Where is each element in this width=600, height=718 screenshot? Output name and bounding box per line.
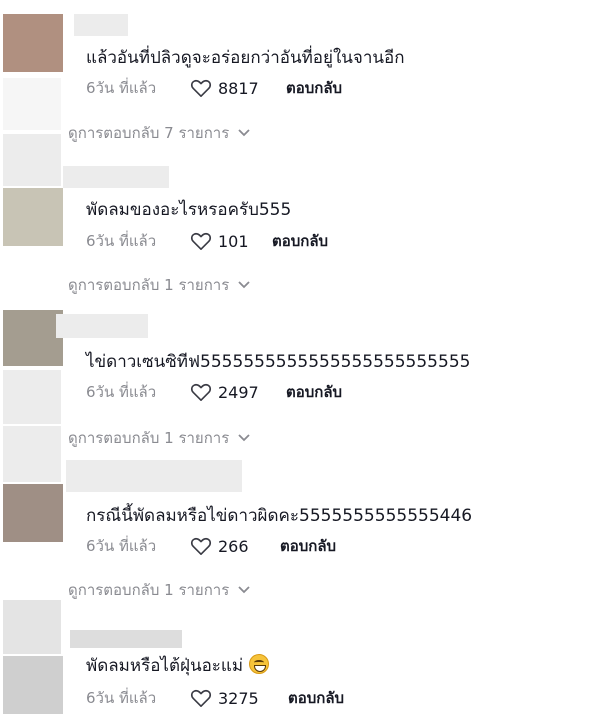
placeholder-block [3,134,61,186]
view-replies-button[interactable]: ดูการตอบกลับ 1 รายการ [68,578,251,602]
view-replies-label: ดูการตอบกลับ 1 รายการ [68,581,230,599]
heart-outline-icon [190,383,212,401]
chevron-down-icon [238,586,250,594]
comment-text: พัดลมหรือไต้ฝุ่นอะแม่ [86,652,270,679]
comment-meta: 6วัน ที่แล้ว 2497 ตอบกลับ [86,380,342,404]
avatar[interactable] [3,310,63,366]
username-blur[interactable] [74,14,128,36]
like-button[interactable]: 3275 [190,688,288,708]
placeholder-block [3,600,61,654]
placeholder-block [3,78,61,130]
grinning-squinting-face-emoji [249,654,270,674]
username-blur[interactable] [70,630,182,648]
comment-time: 6วัน ที่แล้ว [86,79,157,97]
like-button[interactable]: 2497 [190,382,286,402]
username-blur[interactable] [63,166,169,188]
heart-outline-icon [190,537,212,555]
avatar[interactable] [3,14,63,72]
comment-meta: 6วัน ที่แล้ว 101 ตอบกลับ [86,229,328,253]
comment-text: พัดลมของอะไรหรอครับ555 [86,200,292,220]
heart-outline-icon [190,79,212,97]
comment-time: 6วัน ที่แล้ว [86,537,157,555]
comment-text-body: พัดลมหรือไต้ฝุ่นอะแม่ [86,656,244,676]
placeholder-block [3,426,61,482]
view-replies-button[interactable]: ดูการตอบกลับ 1 รายการ [68,426,251,450]
like-button[interactable]: 101 [190,231,272,251]
comment-text: กรณีนี้พัดลมหรือไข่ดาวผิดคะ5555555555555… [86,506,473,526]
reply-button[interactable]: ตอบกลับ [288,686,344,710]
like-count: 3275 [218,688,259,708]
comment-meta: 6วัน ที่แล้ว 8817 ตอบกลับ [86,76,342,100]
heart-outline-icon [190,232,212,250]
reply-button[interactable]: ตอบกลับ [272,229,328,253]
like-count: 101 [218,231,249,251]
reply-button[interactable]: ตอบกลับ [286,76,342,100]
comment-meta: 6วัน ที่แล้ว 266 ตอบกลับ [86,534,336,558]
placeholder-block [3,370,61,424]
comment-text: ไข่ดาวเซนซิทีฟ5555555555555555555555555 [86,352,471,372]
view-replies-label: ดูการตอบกลับ 1 รายการ [68,276,230,294]
view-replies-label: ดูการตอบกลับ 1 รายการ [68,429,230,447]
comment-time: 6วัน ที่แล้ว [86,232,157,250]
username-blur[interactable] [56,314,148,338]
avatar[interactable] [3,188,63,246]
comment-text: แล้วอันที่ปลิวดูจะอร่อยกว่าอันที่อยู่ในจ… [86,48,405,68]
username-blur[interactable] [66,460,242,492]
like-count: 266 [218,536,249,556]
reply-button[interactable]: ตอบกลับ [280,534,336,558]
avatar[interactable] [3,484,63,542]
like-count: 2497 [218,382,259,402]
like-button[interactable]: 8817 [190,78,286,98]
heart-outline-icon [190,689,212,707]
comment-meta: 6วัน ที่แล้ว 3275 ตอบกลับ [86,686,344,710]
like-count: 8817 [218,78,259,98]
like-button[interactable]: 266 [190,536,280,556]
chevron-down-icon [238,434,250,442]
view-replies-button[interactable]: ดูการตอบกลับ 1 รายการ [68,273,251,297]
comment-time: 6วัน ที่แล้ว [86,689,157,707]
view-replies-label: ดูการตอบกลับ 7 รายการ [68,124,230,142]
comment-time: 6วัน ที่แล้ว [86,383,157,401]
reply-button[interactable]: ตอบกลับ [286,380,342,404]
view-replies-button[interactable]: ดูการตอบกลับ 7 รายการ [68,121,251,145]
avatar[interactable] [3,656,63,714]
chevron-down-icon [238,129,250,137]
chevron-down-icon [238,281,250,289]
